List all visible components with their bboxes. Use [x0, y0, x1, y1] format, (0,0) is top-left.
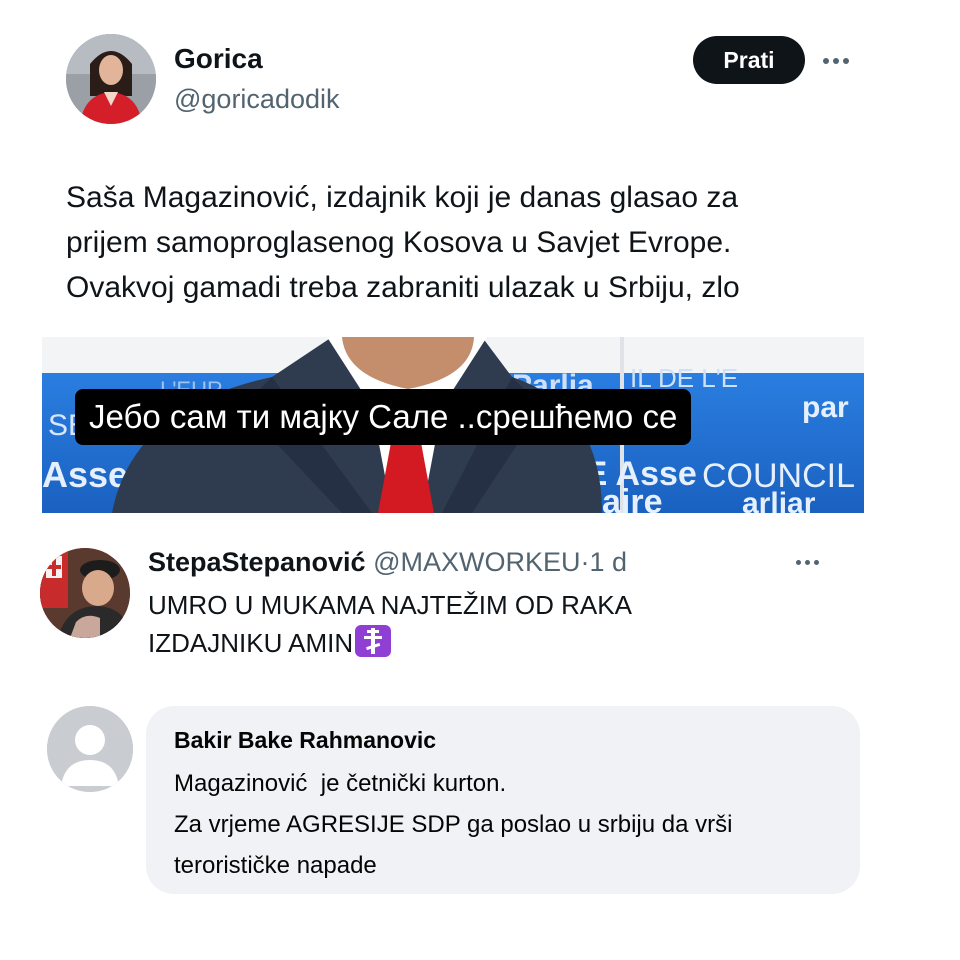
reply-more-options-icon[interactable]: [796, 560, 819, 565]
orthodox-cross-icon: [355, 625, 392, 657]
reply-text-line: IZDAJNIKU AMIN: [148, 624, 632, 662]
reply-avatar-image: [40, 548, 130, 638]
comment-author-name[interactable]: Bakir Bake Rahmanovic: [174, 724, 436, 756]
author-name[interactable]: Gorica: [174, 42, 263, 76]
follow-button[interactable]: Prati: [693, 36, 805, 84]
comment-text-line: Za vrjeme AGRESIJE SDP ga poslao u srbij…: [174, 811, 733, 838]
author-avatar-image: [66, 34, 156, 124]
comment-avatar-placeholder[interactable]: [47, 706, 133, 792]
tweet-text-line: Saša Magazinović, izdajnik koji je danas…: [66, 181, 739, 214]
svg-text:aire: aire: [602, 483, 663, 513]
reply-separator: ·: [580, 547, 590, 577]
reply-text: UMRO U MUKAMA NAJTEŽIM OD RAKA IZDAJNIKU…: [148, 586, 632, 662]
author-avatar[interactable]: [66, 34, 156, 124]
tweet-text-line: Ovakvoj gamadi treba zabraniti ulazak u …: [66, 271, 740, 304]
tweet-text-line: prijem samoproglasenog Kosova u Savjet E…: [66, 226, 732, 259]
comment-text-line: Magazinović je četnički kurton.: [174, 770, 507, 797]
reply-text-line: UMRO U MUKAMA NAJTEŽIM OD RAKA: [148, 590, 632, 620]
reply-author-handle[interactable]: @MAXWORKEU: [373, 547, 580, 577]
reply-author-name[interactable]: StepaStepanović: [148, 547, 366, 577]
reply-avatar[interactable]: [40, 548, 130, 638]
reply-text-line-content: IZDAJNIKU AMIN: [148, 628, 354, 658]
reply-timestamp[interactable]: 1 d: [590, 547, 628, 577]
default-user-icon: [47, 706, 133, 792]
tweet-text: Saša Magazinović, izdajnik koji je danas…: [66, 175, 866, 310]
reply-header: StepaStepanović @MAXWORKEU·1 d: [148, 544, 627, 580]
author-handle[interactable]: @goricadodik: [174, 82, 340, 116]
comment-text: Magazinović je četnički kurton. Za vrjem…: [174, 763, 732, 886]
comment-text-line: terorističke napade: [174, 852, 377, 879]
svg-text:par: par: [802, 391, 849, 424]
media-caption: Јебо сам ти мајку Сале ..срешћемо се: [75, 389, 692, 445]
more-options-icon[interactable]: [823, 58, 849, 64]
svg-text:arliar: arliar: [742, 487, 816, 513]
